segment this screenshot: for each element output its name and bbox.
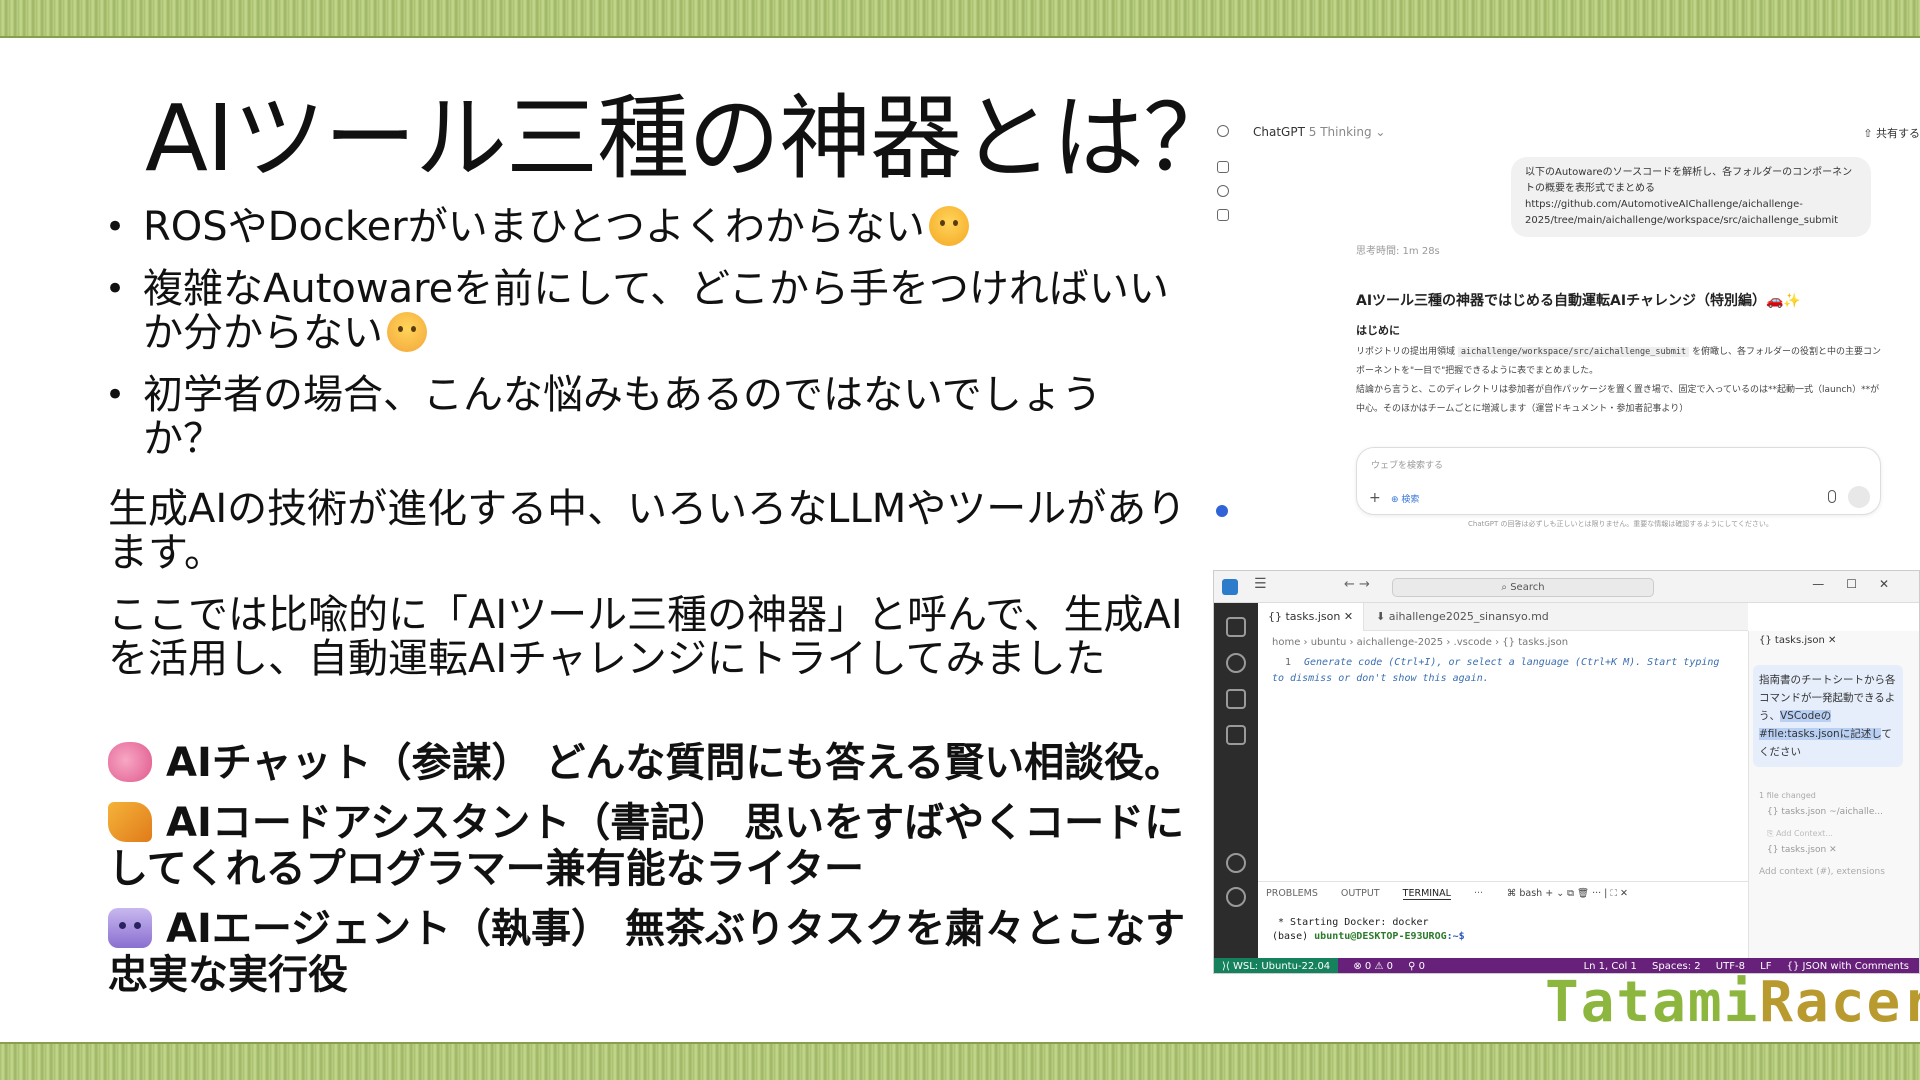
tool-item-chat: AIチャット（参謀） どんな質問にも答える賢い相談役。 xyxy=(108,740,1188,786)
copilot-prompt: 指南書のチートシートから各コマンドが一発起動できるよう、VSCodeの#file… xyxy=(1753,665,1903,767)
terminal-user: ubuntu@DESKTOP-E93UROG xyxy=(1314,931,1447,942)
thinking-face-icon xyxy=(928,206,969,246)
concern-text: ROSやDockerがいまひとつよくわからない xyxy=(143,204,925,250)
voice-mode-button[interactable] xyxy=(1848,486,1870,508)
library-icon[interactable] xyxy=(1217,209,1229,221)
nav-arrows[interactable]: ← → xyxy=(1344,577,1370,592)
response-text: 結論から言うと、このディレクトリは参加者が自作パッケージを置く置き場で、固定で入… xyxy=(1356,385,1880,414)
tab-output[interactable]: OUTPUT xyxy=(1341,888,1380,899)
vscode-logo-icon xyxy=(1222,579,1238,595)
tatamiracer-logo: TatamiRacer xyxy=(1545,970,1920,1035)
concern-item: 複雑なAutowareを前にして、どこから手をつければいいか分からない xyxy=(105,267,1175,355)
terminal-actions[interactable]: ⌘ bash + ⌄ ⧉ 🗑 ··· | ⛶ ✕ xyxy=(1507,888,1628,899)
concern-list: ROSやDockerがいまひとつよくわからない 複雑なAutowareを前にして… xyxy=(105,205,1175,479)
logo-text: Tatami xyxy=(1545,970,1760,1035)
breadcrumb[interactable]: home › ubuntu › aichallenge-2025 › .vsco… xyxy=(1272,637,1568,648)
tab-tasks-json[interactable]: {} tasks.json ✕ xyxy=(1258,603,1365,631)
command-center-search[interactable]: ⌕ Search xyxy=(1392,578,1654,597)
user-avatar[interactable] xyxy=(1216,505,1228,517)
tool-text: AIコードアシスタント（書記） 思いをすばやくコードにしてくれるプログラマー兼有… xyxy=(108,800,1185,892)
new-chat-icon[interactable] xyxy=(1217,161,1229,173)
openai-logo-icon[interactable] xyxy=(1217,125,1229,137)
tab-problems[interactable]: PROBLEMS xyxy=(1266,888,1318,899)
chatgpt-disclaimer: ChatGPT の回答は必ずしも正しいとは限りません。重要な情報は確認するように… xyxy=(1468,520,1773,528)
tatami-border-bottom xyxy=(0,1042,1920,1080)
concern-text: 初学者の場合、こんな悩みもあるのではないでしょうか？ xyxy=(143,372,1102,462)
tab-sinansyo-md[interactable]: ⬇ aihallenge2025_sinansyo.md xyxy=(1366,603,1559,631)
response-body: リポジトリの提出用領域 aichallenge/workspace/src/ai… xyxy=(1356,343,1881,419)
intro-paragraph: 生成AIの技術が進化する中、いろいろなLLMやツールがあります。 xyxy=(108,486,1187,576)
search-icon[interactable] xyxy=(1217,185,1229,197)
changed-file-item[interactable]: {} tasks.json ~/aichalle... xyxy=(1767,807,1883,817)
microphone-icon[interactable] xyxy=(1828,490,1836,503)
run-debug-icon[interactable] xyxy=(1226,725,1246,745)
terminal-output[interactable]: * Starting Docker: docker (base) ubuntu@… xyxy=(1272,916,1465,944)
metaphor-paragraph: ここでは比喩的に「AIツール三種の神器」と呼んで、生成AIを活用し、自動運転AI… xyxy=(108,592,1183,682)
files-changed-label[interactable]: 1 file changed xyxy=(1759,791,1816,800)
terminal-line: * Starting Docker: docker xyxy=(1272,917,1429,928)
editor-tabs: {} tasks.json ✕ ⬇ aihallenge2025_sinansy… xyxy=(1258,603,1748,631)
problems-status[interactable]: ⊗ 0 ⚠ 0 xyxy=(1353,958,1393,973)
tool-text: AIエージェント（執事） 無茶ぶりタスクを粛々とこなす忠実な実行役 xyxy=(108,906,1185,998)
writing-hand-icon xyxy=(108,802,152,842)
source-control-icon[interactable] xyxy=(1226,689,1246,709)
concern-item: ROSやDockerがいまひとつよくわからない xyxy=(105,205,1175,249)
context-file-chip[interactable]: {} tasks.json ✕ xyxy=(1767,845,1837,855)
tatami-border-top xyxy=(0,0,1920,38)
editor-content[interactable]: 1 Generate code (Ctrl+I), or select a lan… xyxy=(1272,655,1722,687)
user-message: 以下のAutowareのソースコードを解析し、各フォルダーのコンポーネントの概要… xyxy=(1511,157,1871,237)
chatgpt-header[interactable]: ChatGPT 5 Thinking ⌄ xyxy=(1253,125,1385,139)
add-context-button[interactable]: ⎘ Add Context... xyxy=(1767,829,1833,839)
response-title: AIツール三種の神器ではじめる自動運転AIチャレンジ（特別編）🚗✨ xyxy=(1356,293,1801,309)
terminal-panel: PROBLEMS OUTPUT TERMINAL ··· ⌘ bash + ⌄ … xyxy=(1258,881,1748,958)
concern-text: 複雑なAutowareを前にして、どこから手をつければいいか分からない xyxy=(143,266,1169,356)
slide-title: AIツール三種の神器とは？ xyxy=(145,85,1235,192)
terminal-env: (base) xyxy=(1272,931,1315,942)
remote-indicator[interactable]: ⟩⟨ WSL: Ubuntu-22.04 xyxy=(1214,958,1339,973)
window-controls[interactable]: —☐✕ xyxy=(1812,577,1911,591)
tool-text: AIチャット（参謀） どんな質問にも答える賢い相談役。 xyxy=(166,740,1185,786)
chat-file-tab[interactable]: {} tasks.json ✕ xyxy=(1759,635,1836,646)
vscode-titlebar: ☰ ← → ⌕ Search —☐✕ xyxy=(1214,571,1919,603)
line-number: 1 xyxy=(1284,657,1292,668)
explorer-icon[interactable] xyxy=(1226,617,1246,637)
pensive-face-icon xyxy=(387,312,427,352)
panel-more-icon[interactable]: ··· xyxy=(1474,888,1483,899)
ghost-hint-text: Generate code (Ctrl+I), or select a lang… xyxy=(1272,657,1720,684)
chat-context-input[interactable]: Add context (#), extensions xyxy=(1759,867,1885,877)
share-button[interactable]: ⇧ 共有する xyxy=(1863,125,1920,141)
chatgpt-screenshot: ChatGPT 5 Thinking ⌄ ⇧ 共有する 以下のAutowareの… xyxy=(1213,115,1920,535)
web-search-toggle[interactable]: ⊕ 検索 xyxy=(1391,492,1419,505)
settings-gear-icon[interactable] xyxy=(1226,887,1246,907)
tool-item-code-assistant: AIコードアシスタント（書記） 思いをすばやくコードにしてくれるプログラマー兼有… xyxy=(108,800,1188,892)
attach-button[interactable]: + xyxy=(1369,490,1381,506)
response-code: aichallenge/workspace/src/aichallenge_su… xyxy=(1457,347,1690,357)
logo-text: Racer xyxy=(1759,970,1920,1035)
panel-tabs: PROBLEMS OUTPUT TERMINAL ··· xyxy=(1266,888,1503,900)
response-text: リポジトリの提出用領域 xyxy=(1356,347,1456,357)
terminal-path: :~$ xyxy=(1446,931,1465,942)
activity-bar xyxy=(1214,603,1258,958)
model-selector[interactable]: 5 Thinking ⌄ xyxy=(1309,125,1386,139)
tool-item-agent: AIエージェント（執事） 無茶ぶりタスクを粛々とこなす忠実な実行役 xyxy=(108,906,1188,998)
ports-status[interactable]: ⚲ 0 xyxy=(1408,958,1425,973)
app-name: ChatGPT xyxy=(1253,125,1305,139)
vscode-screenshot: ☰ ← → ⌕ Search —☐✕ {} tasks.json ✕ ⬇ aih… xyxy=(1213,570,1920,974)
account-icon[interactable] xyxy=(1226,853,1246,873)
concern-item: 初学者の場合、こんな悩みもあるのではないでしょうか？ xyxy=(105,373,1175,461)
tool-list: AIチャット（参謀） どんな質問にも答える賢い相談役。 AIコードアシスタント（… xyxy=(108,740,1188,1012)
thinking-time[interactable]: 思考時間: 1m 28s xyxy=(1356,242,1440,257)
response-heading: はじめに xyxy=(1356,324,1400,337)
brain-icon xyxy=(108,742,152,782)
menu-icon[interactable]: ☰ xyxy=(1254,576,1267,592)
copilot-chat-panel: {} tasks.json ✕ 指南書のチートシートから各コマンドが一発起動でき… xyxy=(1748,631,1919,958)
chat-input-placeholder[interactable]: ウェブを検索する xyxy=(1371,458,1443,471)
tab-terminal[interactable]: TERMINAL xyxy=(1402,888,1451,900)
chatgpt-sidebar xyxy=(1213,115,1235,535)
chat-input-box[interactable]: ウェブを検索する + ⊕ 検索 xyxy=(1356,447,1881,515)
search-icon[interactable] xyxy=(1226,653,1246,673)
robot-icon xyxy=(108,908,152,948)
